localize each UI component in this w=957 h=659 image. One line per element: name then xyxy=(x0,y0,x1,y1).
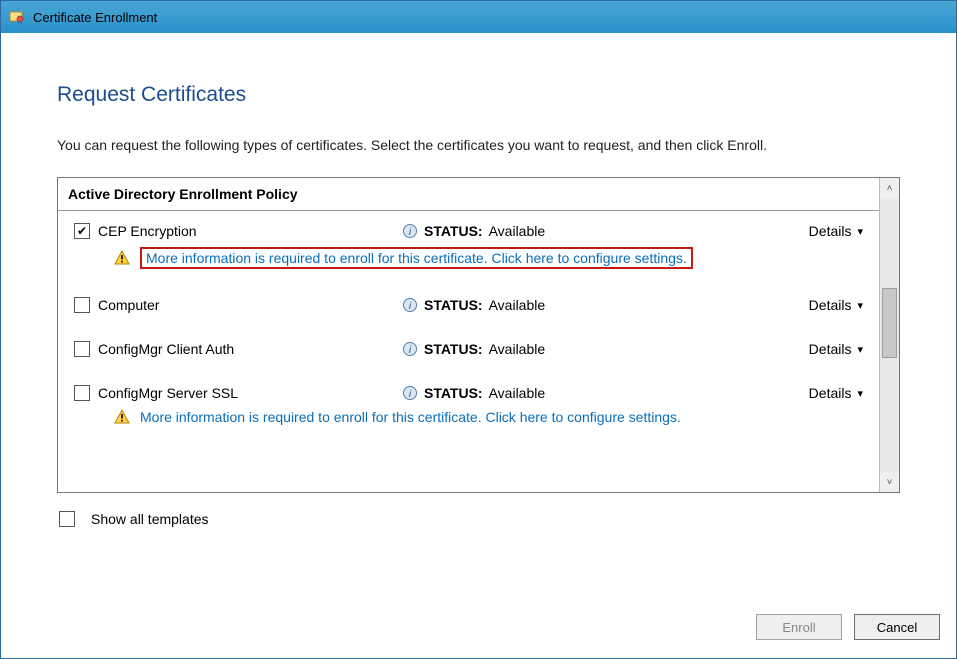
certificate-checkbox[interactable] xyxy=(74,223,90,239)
info-icon: i xyxy=(402,385,418,401)
certificate-checkbox[interactable] xyxy=(74,385,90,401)
enroll-button[interactable]: Enroll xyxy=(756,614,842,640)
certificate-row: CEP Encryptioni STATUS: Available Details ▾ M… xyxy=(58,211,879,277)
show-all-templates-checkbox[interactable] xyxy=(59,511,75,527)
status-block: i STATUS: Available xyxy=(402,385,809,401)
status-label: STATUS: xyxy=(424,341,483,357)
show-all-templates-row[interactable]: Show all templates xyxy=(57,493,900,527)
details-label: Details xyxy=(809,297,852,313)
certificate-row: Computeri STATUS: Available Details ▾ xyxy=(58,277,879,321)
scroll-track[interactable] xyxy=(880,198,899,472)
details-label: Details xyxy=(809,223,852,239)
status-block: i STATUS: Available xyxy=(402,297,809,313)
status-block: i STATUS: Available xyxy=(402,223,809,239)
certificate-row-main: ConfigMgr Client Authi STATUS: Available De… xyxy=(74,341,863,357)
certificate-row: ConfigMgr Server SSLi STATUS: Available Det… xyxy=(58,365,879,433)
enrollment-policy-header: Active Directory Enrollment Policy xyxy=(58,178,879,211)
certificate-checkbox[interactable] xyxy=(74,341,90,357)
certificate-checkbox[interactable] xyxy=(74,297,90,313)
details-toggle[interactable]: Details ▾ xyxy=(809,385,863,401)
status-label: STATUS: xyxy=(424,297,483,313)
status-value: Available xyxy=(489,341,546,357)
certificate-row: ConfigMgr Client Authi STATUS: Available De… xyxy=(58,321,879,365)
vertical-scrollbar[interactable]: ˄ ˅ xyxy=(879,178,899,492)
info-icon: i xyxy=(402,223,418,239)
status-value: Available xyxy=(489,297,546,313)
cancel-button[interactable]: Cancel xyxy=(854,614,940,640)
certificate-icon xyxy=(9,9,25,25)
chevron-down-icon: ▾ xyxy=(857,343,863,356)
titlebar: Certificate Enrollment xyxy=(1,1,956,33)
warning-icon xyxy=(114,409,130,425)
certificate-list-container: Active Directory Enrollment Policy CEP E… xyxy=(57,177,900,493)
warning-line: More information is required to enroll f… xyxy=(74,247,863,269)
certificate-enrollment-window: Certificate Enrollment Request Certifica… xyxy=(0,0,957,659)
certificate-name: Computer xyxy=(98,297,402,313)
dialog-footer: Enroll Cancel xyxy=(1,596,956,658)
configure-settings-link[interactable]: More information is required to enroll f… xyxy=(140,247,693,269)
warning-icon xyxy=(114,250,130,266)
window-title: Certificate Enrollment xyxy=(33,10,157,25)
status-value: Available xyxy=(489,223,546,239)
chevron-down-icon: ▾ xyxy=(857,299,863,312)
warning-line: More information is required to enroll f… xyxy=(74,409,863,425)
status-label: STATUS: xyxy=(424,223,483,239)
status-value: Available xyxy=(489,385,546,401)
status-block: i STATUS: Available xyxy=(402,341,809,357)
info-icon: i xyxy=(402,297,418,313)
details-toggle[interactable]: Details ▾ xyxy=(809,297,863,313)
scroll-up-button[interactable]: ˄ xyxy=(880,178,899,198)
scroll-down-button[interactable]: ˅ xyxy=(880,472,899,492)
info-icon: i xyxy=(402,341,418,357)
page-description: You can request the following types of c… xyxy=(57,135,900,155)
details-toggle[interactable]: Details ▾ xyxy=(809,341,863,357)
configure-settings-link[interactable]: More information is required to enroll f… xyxy=(140,409,681,425)
scroll-thumb[interactable] xyxy=(882,288,897,358)
content-area: Request Certificates You can request the… xyxy=(1,33,956,596)
certificate-row-main: CEP Encryptioni STATUS: Available Details ▾ xyxy=(74,223,863,239)
certificate-row-main: Computeri STATUS: Available Details ▾ xyxy=(74,297,863,313)
chevron-down-icon: ▾ xyxy=(857,225,863,238)
certificate-name: ConfigMgr Server SSL xyxy=(98,385,402,401)
chevron-down-icon: ▾ xyxy=(857,387,863,400)
certificate-name: CEP Encryption xyxy=(98,223,402,239)
show-all-templates-label: Show all templates xyxy=(91,511,209,527)
page-heading: Request Certificates xyxy=(57,83,900,107)
details-label: Details xyxy=(809,341,852,357)
certificate-list: Active Directory Enrollment Policy CEP E… xyxy=(58,178,879,492)
certificate-row-main: ConfigMgr Server SSLi STATUS: Available Det… xyxy=(74,385,863,401)
details-label: Details xyxy=(809,385,852,401)
certificate-name: ConfigMgr Client Auth xyxy=(98,341,402,357)
status-label: STATUS: xyxy=(424,385,483,401)
details-toggle[interactable]: Details ▾ xyxy=(809,223,863,239)
